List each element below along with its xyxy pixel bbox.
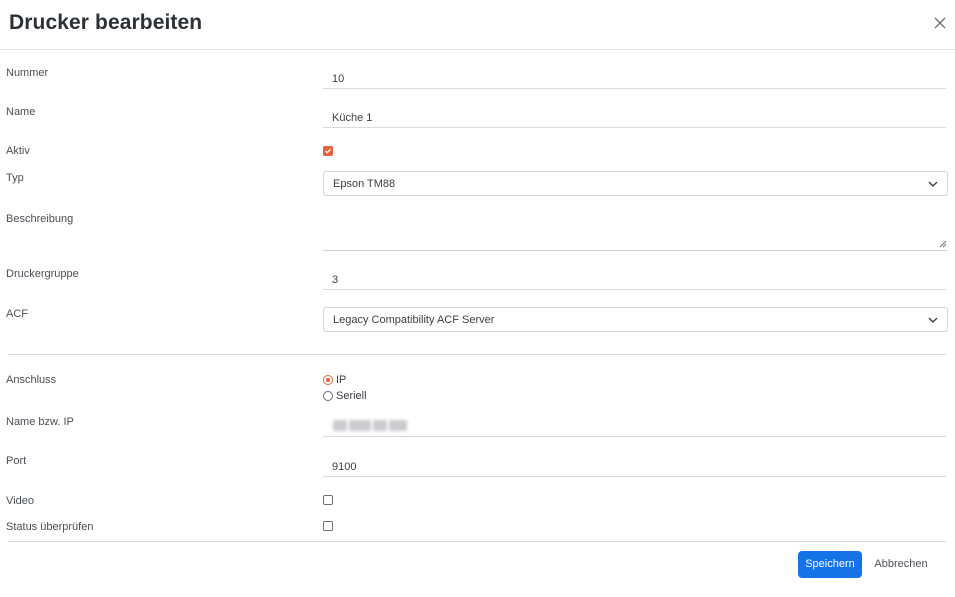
typ-label: Typ — [6, 172, 24, 184]
checkmark-icon — [325, 148, 332, 154]
radio-seriell[interactable] — [323, 391, 333, 401]
chevron-down-icon — [928, 181, 938, 187]
port-input[interactable] — [323, 451, 946, 476]
name-field[interactable] — [323, 102, 946, 128]
druckergruppe-label: Druckergruppe — [6, 268, 79, 280]
druckergruppe-input[interactable] — [323, 264, 946, 289]
save-button[interactable]: Speichern — [798, 551, 862, 578]
beschreibung-field[interactable] — [323, 211, 948, 251]
beschreibung-label: Beschreibung — [6, 213, 74, 225]
chevron-down-icon — [928, 317, 938, 323]
close-icon — [934, 17, 946, 29]
cancel-button[interactable]: Abbrechen — [868, 551, 934, 578]
aktiv-checkbox[interactable] — [323, 146, 333, 156]
name-ip-field[interactable] — [323, 411, 946, 437]
beschreibung-textarea[interactable] — [323, 211, 948, 250]
redacted-ip-value — [333, 420, 407, 431]
port-label: Port — [6, 455, 27, 467]
typ-selected-value: Epson TM88 — [333, 178, 396, 190]
radio-ip[interactable] — [323, 375, 333, 385]
footer-divider — [8, 541, 946, 542]
port-field[interactable] — [323, 451, 946, 477]
nummer-field[interactable] — [323, 63, 946, 89]
acf-select[interactable]: Legacy Compatibility ACF Server — [323, 307, 948, 332]
section-divider — [8, 354, 946, 355]
name-label: Name — [6, 106, 36, 118]
status-label: Status überprüfen — [6, 521, 94, 533]
anschluss-option-ip[interactable]: IP — [323, 374, 346, 386]
name-ip-label: Name bzw. IP — [6, 416, 74, 428]
acf-label: ACF — [6, 308, 28, 320]
aktiv-label: Aktiv — [6, 145, 30, 157]
name-input[interactable] — [323, 102, 946, 127]
dialog-title: Drucker bearbeiten — [9, 11, 203, 34]
video-label: Video — [6, 495, 34, 507]
dialog-header: Drucker bearbeiten — [0, 0, 955, 50]
resize-grip-icon[interactable] — [939, 240, 947, 248]
close-button[interactable] — [931, 14, 949, 32]
video-checkbox[interactable] — [323, 495, 333, 505]
radio-ip-label: IP — [336, 374, 347, 386]
radio-seriell-label: Seriell — [336, 390, 367, 402]
druckergruppe-field[interactable] — [323, 264, 946, 290]
status-checkbox[interactable] — [323, 521, 333, 531]
nummer-label: Nummer — [6, 67, 49, 79]
acf-selected-value: Legacy Compatibility ACF Server — [333, 314, 495, 326]
anschluss-option-seriell[interactable]: Seriell — [323, 390, 367, 402]
typ-select[interactable]: Epson TM88 — [323, 171, 948, 196]
anschluss-label: Anschluss — [6, 374, 57, 386]
nummer-input[interactable] — [323, 63, 946, 88]
